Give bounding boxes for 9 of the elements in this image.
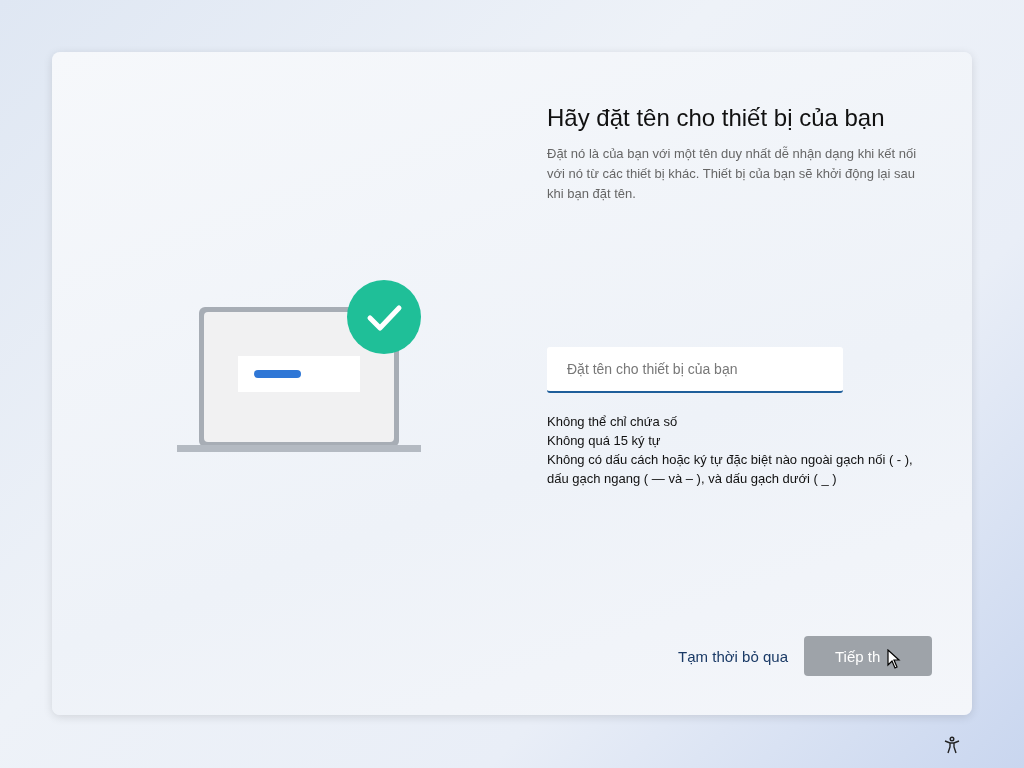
mouse-cursor-icon — [887, 649, 901, 669]
rule-text: Không thể chỉ chứa số — [547, 413, 679, 431]
skip-link[interactable]: Tạm thời bỏ qua — [678, 636, 788, 676]
rule-text: Không quá 15 ký tự — [547, 432, 662, 450]
device-name-field[interactable]: Đặt tên cho thiết bị của bạn — [547, 347, 843, 393]
page-title: Hãy đặt tên cho thiết bị của bạn — [547, 104, 886, 132]
description-text: Đặt nó là của bạn với một tên duy nhất dễ nhận dạng khi kết nối với nó từ các thiết bị khác. Thiết bị của bạn sẽ khởi động lại sau khi bạn đặt tên. — [547, 145, 917, 203]
rule-text: Không có dấu cách hoặc ký tự đặc biệt nào ngoài gạch nối ( - ), dấu gạch ngang ( — và – ), và dấu gạch dưới ( _ ) — [547, 451, 914, 488]
accessibility-icon[interactable] — [943, 736, 961, 754]
